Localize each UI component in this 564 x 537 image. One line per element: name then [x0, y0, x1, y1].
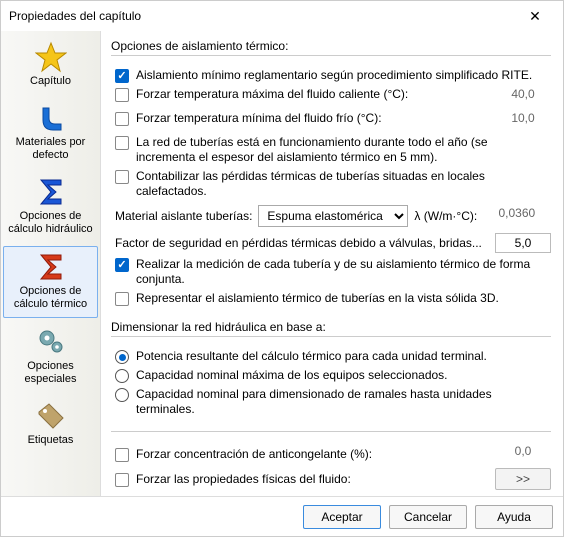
sidebar-item-labels[interactable]: Etiquetas	[1, 394, 100, 455]
sidebar-item-label: Etiquetas	[28, 434, 74, 447]
force-cold-value: 10,0	[495, 111, 551, 131]
sidebar-item-label: Opciones de cálculo térmico	[6, 285, 95, 311]
close-icon[interactable]: ✕	[515, 8, 555, 25]
sidebar-item-label: Materiales por defecto	[5, 136, 96, 162]
safety-label: Factor de seguridad en pérdidas térmicas…	[115, 236, 495, 251]
force-hot-label: Forzar temperatura máxima del fluido cal…	[136, 87, 495, 102]
min-insulation-checkbox[interactable]	[115, 69, 129, 83]
sidebar-item-special[interactable]: Opciones especiales	[1, 320, 100, 394]
pipe-icon	[35, 102, 67, 134]
tag-icon	[35, 400, 67, 432]
sizing-group: Potencia resultante del cálculo térmico …	[111, 336, 551, 421]
force-hot-checkbox[interactable]	[115, 88, 129, 102]
sizing-opt3-radio[interactable]	[115, 388, 129, 402]
sizing-opt2-radio[interactable]	[115, 369, 129, 383]
sidebar: Capítulo Materiales por defecto Opciones…	[1, 31, 101, 496]
sizing-opt1-label: Potencia resultante del cálculo térmico …	[136, 349, 551, 364]
material-select[interactable]: Espuma elastomérica	[258, 205, 408, 227]
sigma-red-icon	[35, 251, 67, 283]
sidebar-item-thermal[interactable]: Opciones de cálculo térmico	[3, 246, 98, 318]
material-label: Material aislante tuberías:	[115, 209, 252, 223]
safety-input[interactable]	[495, 233, 551, 253]
antifreeze-value: 0,0	[495, 444, 551, 464]
force-hot-value: 40,0	[495, 87, 551, 107]
all-year-checkbox[interactable]	[115, 136, 129, 150]
star-icon	[35, 41, 67, 73]
sidebar-item-label: Opciones de cálculo hidráulico	[5, 210, 96, 236]
count-losses-checkbox[interactable]	[115, 170, 129, 184]
fluid-props-checkbox[interactable]	[115, 473, 129, 487]
help-button[interactable]: Ayuda	[475, 505, 553, 529]
all-year-label: La red de tuberías está en funcionamient…	[136, 135, 551, 165]
min-insulation-label: Aislamiento mínimo reglamentario según p…	[136, 68, 551, 83]
bottom-group: Forzar concentración de anticongelante (…	[111, 431, 551, 494]
sizing-legend: Dimensionar la red hidráulica en base a:	[111, 320, 551, 334]
force-cold-checkbox[interactable]	[115, 112, 129, 126]
sizing-opt1-radio[interactable]	[115, 350, 129, 364]
sidebar-item-chapter[interactable]: Capítulo	[1, 35, 100, 96]
sizing-opt2-label: Capacidad nominal máxima de los equipos …	[136, 368, 551, 383]
fluid-props-button[interactable]: >>	[495, 468, 551, 490]
solid-view-label: Representar el aislamiento térmico de tu…	[136, 291, 551, 306]
sizing-opt3-label: Capacidad nominal para dimensionado de r…	[136, 387, 551, 417]
solid-view-checkbox[interactable]	[115, 292, 129, 306]
lambda-value: 0,0360	[483, 206, 539, 226]
sidebar-item-hydraulic[interactable]: Opciones de cálculo hidráulico	[1, 170, 100, 244]
insulation-legend: Opciones de aislamiento térmico:	[111, 39, 551, 53]
joint-measure-checkbox[interactable]	[115, 258, 129, 272]
sidebar-item-label: Capítulo	[30, 75, 71, 88]
fluid-props-label: Forzar las propiedades físicas del fluid…	[136, 472, 495, 487]
joint-measure-label: Realizar la medición de cada tubería y d…	[136, 257, 551, 287]
ok-button[interactable]: Aceptar	[303, 505, 381, 529]
lambda-label: λ (W/m·°C):	[414, 209, 477, 223]
sigma-blue-icon	[35, 176, 67, 208]
sidebar-item-materials[interactable]: Materiales por defecto	[1, 96, 100, 170]
insulation-group: Aislamiento mínimo reglamentario según p…	[111, 55, 551, 310]
antifreeze-checkbox[interactable]	[115, 448, 129, 462]
gears-icon	[35, 326, 67, 358]
sidebar-item-label: Opciones especiales	[5, 360, 96, 386]
window-title: Propiedades del capítulo	[9, 9, 515, 23]
antifreeze-label: Forzar concentración de anticongelante (…	[136, 447, 495, 462]
count-losses-label: Contabilizar las pérdidas térmicas de tu…	[136, 169, 551, 199]
force-cold-label: Forzar temperatura mínima del fluido frí…	[136, 111, 495, 126]
cancel-button[interactable]: Cancelar	[389, 505, 467, 529]
